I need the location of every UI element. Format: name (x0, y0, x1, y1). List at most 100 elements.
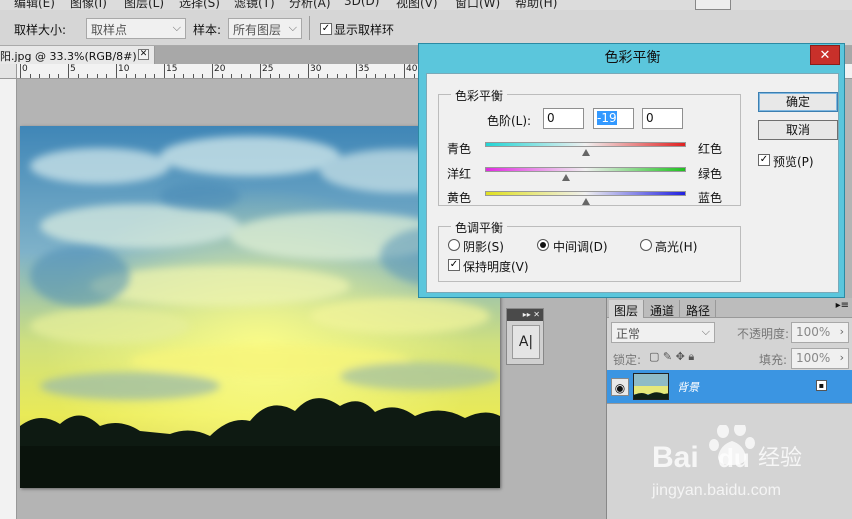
cyan-red-thumb[interactable] (581, 149, 590, 156)
menu-bar: 编辑(E) 图像(I) 图层(L) 选择(S) 滤镜(T) 分析(A) 3D(D… (0, 0, 852, 10)
show-ring-label: 显示取样环 (334, 23, 395, 37)
show-ring-checkbox[interactable]: ✓ (320, 23, 332, 35)
ruler-tick (269, 74, 271, 78)
ruler-tick (87, 74, 89, 78)
highlights-radio[interactable] (640, 239, 652, 251)
slider-label-yellow: 黄色 (447, 191, 472, 205)
color-balance-legend: 色彩平衡 (451, 87, 508, 104)
menu-help[interactable]: 帮助(H) (515, 0, 557, 10)
opacity-field[interactable]: 100% › (791, 322, 849, 343)
midtones-radio[interactable] (537, 239, 549, 251)
watermark-brand-suffix: du (718, 443, 750, 473)
ruler-tick (20, 64, 21, 78)
menu-image[interactable]: 图像(I) (70, 0, 107, 10)
ruler-tick (308, 64, 309, 78)
options-bar: 取样大小: 取样点 ⌵ 样本: 所有图层 ⌵ ✓ 显示取样环 (0, 10, 852, 46)
blend-mode-value: 正常 (616, 327, 641, 341)
ruler-tick (260, 64, 261, 78)
tab-channels[interactable]: 通道 (645, 300, 681, 318)
ruler-number: 25 (262, 64, 274, 74)
slider-label-red: 红色 (698, 142, 723, 156)
preview-checkbox[interactable]: ✓ (758, 154, 770, 166)
dialog-title: 色彩平衡 (604, 50, 661, 66)
ruler-tick (39, 74, 41, 78)
highlights-label: 高光(H) (655, 240, 698, 254)
ruler-tick (58, 74, 60, 78)
preserve-luminosity-checkbox[interactable]: ✓ (448, 259, 460, 271)
menu-edit[interactable]: 编辑(E) (14, 0, 55, 10)
lock-icons[interactable]: ▢ ✎ ✥ 🔒︎ (649, 350, 694, 364)
menu-layer[interactable]: 图层(L) (124, 0, 164, 10)
ruler-tick (240, 74, 242, 78)
lock-icon: ▪ (816, 380, 827, 391)
ruler-tick (356, 64, 357, 78)
dialog-body: 色彩平衡 色阶(L): 0 -19 0 青色 红色 洋红 绿色 黄色 蓝色 色调… (426, 73, 839, 293)
ruler-tick (96, 74, 98, 78)
close-icon[interactable]: ✕ (810, 45, 840, 65)
opacity-label: 不透明度: (737, 327, 790, 341)
opacity-value: 100% (796, 325, 831, 339)
ruler-tick (192, 74, 194, 78)
mini-panel-header[interactable]: ▸▸ ✕ (507, 309, 543, 321)
slider-label-cyan: 青色 (447, 142, 472, 156)
document-tab[interactable]: 阳.jpg @ 33.3%(RGB/8#) ✕ (0, 46, 155, 64)
cancel-button[interactable]: 取消 (758, 120, 838, 140)
fill-field[interactable]: 100% › (791, 348, 849, 369)
level-field-yellow-blue[interactable]: 0 (642, 108, 683, 129)
watermark-brand: Bai (652, 441, 699, 474)
menu-view[interactable]: 视图(V) (396, 0, 438, 10)
options-separator (309, 16, 310, 40)
baidu-logo: Bai du 经验 jingyan.baidu.com (651, 422, 802, 499)
sample-size-label: 取样大小: (14, 23, 67, 37)
close-icon[interactable]: ✕ (138, 49, 149, 60)
yellow-blue-track[interactable] (485, 191, 686, 196)
workspace-switcher[interactable] (695, 0, 731, 10)
layer-thumbnail (633, 373, 669, 400)
magenta-green-thumb[interactable] (562, 174, 571, 181)
character-panel-button[interactable]: A| (512, 325, 540, 359)
watermark-brand-cn: 经验 (758, 446, 802, 471)
layer-row-background[interactable]: ◉ 背景 ▪ (607, 370, 852, 404)
ruler-tick (183, 74, 185, 78)
ruler-number: 10 (118, 64, 130, 74)
vertical-ruler (0, 79, 17, 519)
menu-window[interactable]: 窗口(W) (455, 0, 500, 10)
levels-label: 色阶(L): (487, 114, 532, 128)
ruler-tick (336, 74, 338, 78)
magenta-green-track[interactable] (485, 167, 686, 172)
lock-label: 锁定: (613, 353, 642, 367)
ruler-tick (135, 74, 137, 78)
tone-balance-legend: 色调平衡 (451, 219, 508, 236)
menu-3d[interactable]: 3D(D) (344, 0, 379, 8)
sample-size-select[interactable]: 取样点 ⌵ (86, 18, 186, 39)
color-balance-dialog: 色彩平衡 ✕ 色彩平衡 色阶(L): 0 -19 0 青色 红色 洋红 绿色 黄… (418, 43, 845, 298)
ruler-tick (77, 74, 79, 78)
yellow-blue-thumb[interactable] (581, 198, 590, 205)
menu-select[interactable]: 选择(S) (179, 0, 220, 10)
sample-label: 样本: (193, 23, 222, 37)
ok-button[interactable]: 确定 (758, 92, 838, 112)
ruler-tick (413, 74, 415, 78)
level-field-cyan-red[interactable]: 0 (543, 108, 584, 129)
shadows-label: 阴影(S) (463, 240, 504, 254)
menu-analysis[interactable]: 分析(A) (289, 0, 331, 10)
blend-mode-select[interactable]: 正常 ⌵ (611, 322, 715, 343)
ruler-tick (375, 74, 377, 78)
ruler-tick (231, 74, 233, 78)
tab-paths[interactable]: 路径 (681, 300, 717, 318)
eye-icon[interactable]: ◉ (611, 378, 629, 396)
tab-layers[interactable]: 图层 (609, 300, 645, 318)
level-field-magenta-green[interactable]: -19 (593, 108, 634, 129)
ruler-tick (384, 74, 386, 78)
chevron-down-icon: ⌵ (172, 21, 181, 34)
sample-select[interactable]: 所有图层 ⌵ (228, 18, 302, 39)
fill-value: 100% (796, 351, 831, 365)
ruler-tick (298, 74, 300, 78)
cyan-red-track[interactable] (485, 142, 686, 147)
panel-menu-icon[interactable]: ▸≡ (836, 300, 849, 311)
menu-filter[interactable]: 滤镜(T) (234, 0, 275, 10)
ruler-origin (0, 64, 17, 78)
preserve-luminosity-label: 保持明度(V) (463, 260, 529, 274)
shadows-radio[interactable] (448, 239, 460, 251)
ruler-tick (279, 74, 281, 78)
